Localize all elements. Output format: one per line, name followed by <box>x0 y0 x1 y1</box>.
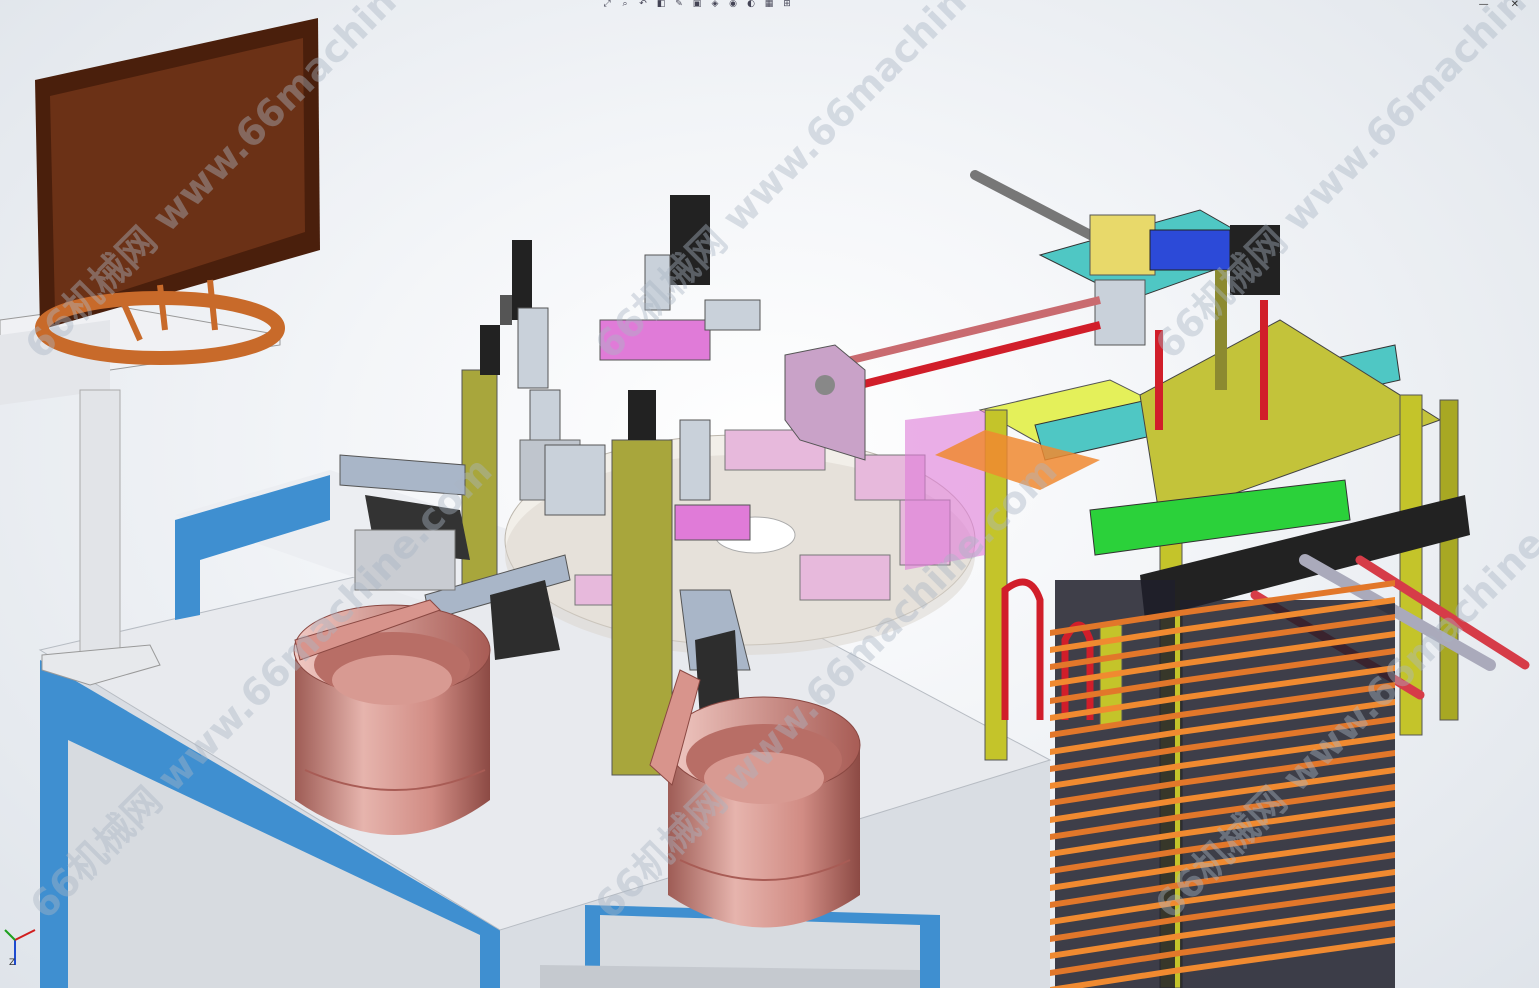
edit-appearance-icon[interactable]: ◐ <box>744 0 758 10</box>
machine-3d-model[interactable] <box>0 0 1539 988</box>
view-settings-icon[interactable]: ⊞ <box>780 0 794 10</box>
close-button[interactable]: ✕ <box>1511 0 1519 10</box>
zoom-fit-icon[interactable]: ⤢ <box>600 0 614 10</box>
minimize-button[interactable]: — <box>1479 0 1489 10</box>
hide-show-icon[interactable]: ◉ <box>726 0 740 10</box>
vibratory-bowl-feeder-left <box>293 599 491 835</box>
cad-viewport[interactable]: 66机械网 www.66machine.com 66机械网 www.66mach… <box>0 0 1539 988</box>
zoom-area-icon[interactable]: ⌕ <box>618 0 632 10</box>
apply-scene-icon[interactable]: ▦ <box>762 0 776 10</box>
triad-z-label: Z <box>9 958 16 968</box>
heads-up-view-toolbar: ⤢ ⌕ ↶ ◧ ✎ ▣ ◈ ◉ ◐ ▦ ⊞ <box>600 0 794 10</box>
window-controls: — ✕ <box>1479 0 1519 10</box>
display-style-icon[interactable]: ◈ <box>708 0 722 10</box>
section-view-icon[interactable]: ◧ <box>654 0 668 10</box>
view-orientation-icon[interactable]: ▣ <box>690 0 704 10</box>
operator-monitor <box>0 18 320 686</box>
dynamic-annotation-icon[interactable]: ✎ <box>672 0 686 10</box>
previous-view-icon[interactable]: ↶ <box>636 0 650 10</box>
